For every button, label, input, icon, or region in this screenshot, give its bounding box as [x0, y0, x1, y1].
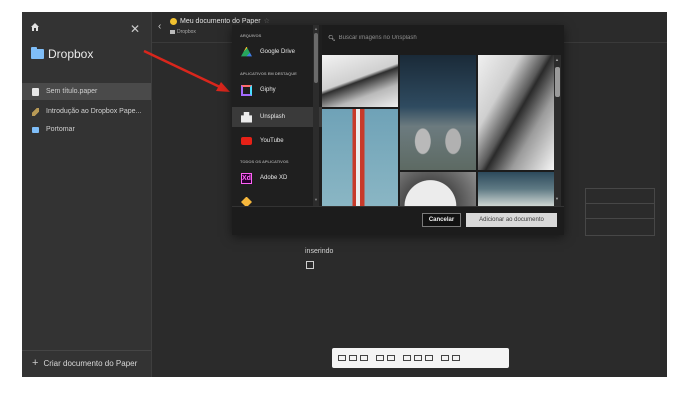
scrollbar-thumb[interactable]	[555, 67, 560, 97]
sidebar-item-label: Introdução ao Dropbox Pape...	[46, 108, 142, 115]
create-label: Criar documento do Paper	[43, 358, 138, 368]
section-heading: ARQUIVOS	[240, 33, 262, 38]
close-icon[interactable]: ✕	[130, 22, 140, 36]
document-title-text: Meu documento do Paper	[180, 17, 261, 25]
unsplash-search: 🔍︎	[328, 30, 558, 46]
sidebar-item-label: Portomar	[46, 126, 75, 133]
sidebar-divider	[22, 350, 151, 351]
youtube-icon	[241, 137, 252, 145]
section-heading: TODOS OS APLICATIVOS	[240, 159, 289, 164]
google-drive-icon	[241, 46, 252, 57]
divider-icon[interactable]	[441, 355, 449, 361]
create-paper-doc-button[interactable]: + Criar documento do Paper	[32, 357, 137, 369]
sidebar-item-introducao[interactable]: Introdução ao Dropbox Pape...	[22, 103, 151, 120]
app-item-giphy[interactable]: Giphy	[232, 80, 322, 100]
image-icon[interactable]	[338, 355, 346, 361]
timeline-icon[interactable]	[387, 355, 395, 361]
video-icon[interactable]	[349, 355, 357, 361]
home-icon[interactable]	[31, 23, 39, 31]
folder-icon	[170, 30, 175, 34]
image-thumbnail[interactable]	[322, 55, 398, 107]
breadcrumb[interactable]: Dropbox	[170, 29, 196, 35]
breadcrumb-label: Dropbox	[177, 29, 196, 35]
add-to-document-button[interactable]: Adicionar ao documento	[466, 213, 557, 227]
app-item-youtube[interactable]: YouTube	[232, 131, 322, 151]
app-label: Google Drive	[260, 49, 296, 55]
document-text-line[interactable]: inserindo	[305, 248, 333, 255]
table-icon[interactable]	[376, 355, 384, 361]
app-label: Unsplash	[260, 114, 286, 120]
scroll-up-icon[interactable]: ▲	[314, 26, 318, 31]
image-thumbnail[interactable]	[400, 55, 476, 170]
red-annotation-arrow-icon	[143, 49, 230, 92]
star-icon[interactable]: ☆	[264, 17, 270, 25]
app-label: Adobe XD	[260, 175, 288, 181]
sidebar-item-portomar[interactable]: Portomar	[22, 121, 151, 138]
dropbox-icon[interactable]	[360, 355, 368, 361]
search-icon: 🔍︎	[328, 35, 336, 42]
insert-app-modal: ARQUIVOS Google Drive APLICATIVOS EM DES…	[232, 25, 564, 235]
search-input[interactable]	[338, 35, 549, 41]
bulleted-list-icon[interactable]	[414, 355, 422, 361]
insert-toolbar	[332, 348, 509, 368]
unsplash-icon	[241, 111, 252, 123]
app-item-partial[interactable]	[232, 192, 322, 206]
app-item-google-drive[interactable]: Google Drive	[232, 42, 322, 62]
smiley-emoji-icon	[170, 17, 177, 25]
image-thumbnail[interactable]	[400, 172, 476, 206]
image-thumbnail[interactable]	[478, 172, 554, 206]
sidebar-item-sem-titulo[interactable]: Sem título.paper	[22, 83, 151, 100]
task-checkbox[interactable]	[306, 261, 314, 269]
scroll-down-icon[interactable]: ▼	[314, 197, 318, 202]
sidebar-item-label: Sem título.paper	[46, 88, 98, 95]
app-item-adobe-xd[interactable]: Xd Adobe XD	[232, 168, 322, 188]
app-label: YouTube	[260, 138, 284, 144]
image-thumbnail[interactable]	[478, 55, 554, 170]
brand-label: Dropbox	[48, 47, 94, 61]
paper-doc-icon	[32, 87, 39, 96]
folder-icon	[31, 47, 44, 59]
dropbox-brand[interactable]: Dropbox	[31, 47, 93, 61]
image-grid-scrollbar[interactable]: ▲ ▼	[554, 55, 561, 206]
pencil-icon	[32, 107, 39, 116]
plus-icon: +	[32, 357, 39, 369]
app-list: ARQUIVOS Google Drive APLICATIVOS EM DES…	[232, 25, 322, 206]
app-icon	[241, 196, 252, 206]
scroll-down-icon[interactable]: ▼	[555, 196, 559, 201]
folder-icon	[32, 126, 39, 133]
cancel-button[interactable]: Cancelar	[422, 213, 461, 227]
image-thumbnail[interactable]	[322, 109, 398, 206]
adobe-xd-icon: Xd	[241, 172, 252, 184]
app-item-unsplash[interactable]: Unsplash	[232, 107, 322, 127]
modal-footer: Cancelar Adicionar ao documento	[232, 206, 564, 235]
giphy-icon	[241, 84, 252, 96]
app-label: Giphy	[260, 87, 276, 93]
image-grid	[322, 55, 554, 206]
document-title[interactable]: Meu documento do Paper ☆	[170, 17, 270, 25]
sidebar: ✕ Dropbox Sem título.paper Introdução ao…	[22, 12, 152, 377]
scrollbar-thumb[interactable]	[314, 33, 318, 83]
section-heading: APLICATIVOS EM DESTAQUE	[240, 71, 297, 76]
numbered-list-icon[interactable]	[425, 355, 433, 361]
back-chevron-icon[interactable]: ‹	[158, 21, 161, 32]
scroll-up-icon[interactable]: ▲	[555, 57, 559, 62]
code-icon[interactable]	[452, 355, 460, 361]
document-table[interactable]	[585, 188, 655, 236]
app-list-scrollbar[interactable]: ▲ ▼	[313, 25, 319, 206]
checklist-icon[interactable]	[403, 355, 411, 361]
